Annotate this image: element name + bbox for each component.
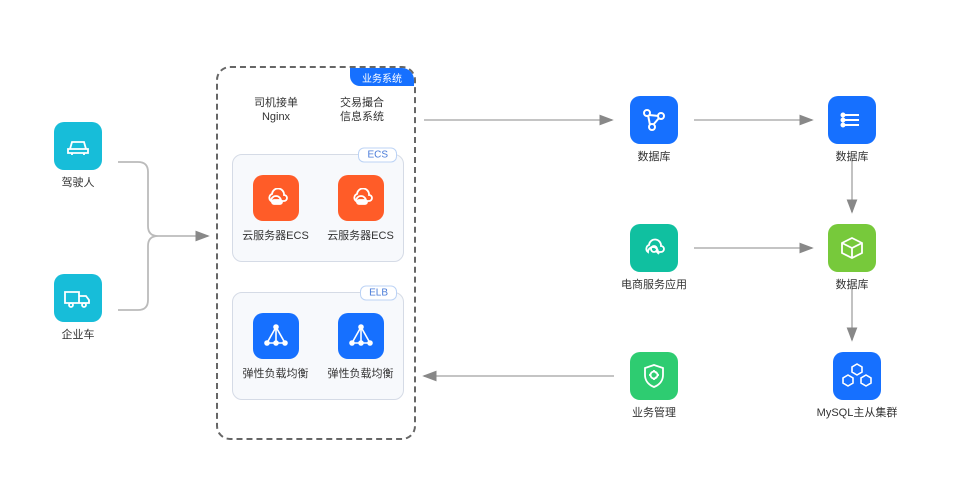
node-business-mgmt: 业务管理: [614, 352, 694, 420]
business-system-panel: 业务系统 司机接单 Nginx 交易撮合 信息系统 ECS 云服务器ECS 云服…: [216, 66, 416, 440]
graph-icon: [630, 96, 678, 144]
load-balancer-icon: [253, 313, 299, 359]
node-ecommerce-app: 电商服务应用: [614, 224, 694, 292]
hex-cluster-icon: [833, 352, 881, 400]
panel-tab: 业务系统: [350, 68, 414, 86]
cloud-server-icon: [338, 175, 384, 221]
panel-header-col1: 司机接单 Nginx: [236, 96, 316, 124]
load-balancer-icon: [338, 313, 384, 359]
node-database-2: 数据库: [812, 96, 892, 164]
ecs-badge: ECS: [358, 148, 397, 163]
list-icon: [828, 96, 876, 144]
ecs-item-1: 云服务器ECS: [233, 155, 318, 261]
group-ecs: ECS 云服务器ECS 云服务器ECS: [232, 154, 404, 262]
ecs-item-2: 云服务器ECS: [318, 155, 403, 261]
truck-icon: [54, 274, 102, 322]
car-label: 驾驶人: [62, 176, 95, 190]
node-car: 驾驶人: [38, 122, 118, 190]
node-truck: 企业车: [38, 274, 118, 342]
group-elb: ELB 弹性负载均衡 弹性负载均衡: [232, 292, 404, 400]
elb-item-1: 弹性负载均衡: [233, 293, 318, 399]
truck-label: 企业车: [62, 328, 95, 342]
elb-badge: ELB: [360, 286, 397, 301]
panel-header-col2: 交易撮合 信息系统: [322, 96, 402, 124]
cloud-search-icon: [630, 224, 678, 272]
node-database-1: 数据库: [614, 96, 694, 164]
cloud-server-icon: [253, 175, 299, 221]
shield-gear-icon: [630, 352, 678, 400]
node-database-3: 数据库: [812, 224, 892, 292]
node-mysql-cluster: MySQL主从集群: [812, 352, 902, 420]
box-icon: [828, 224, 876, 272]
elb-item-2: 弹性负载均衡: [318, 293, 403, 399]
car-icon: [54, 122, 102, 170]
